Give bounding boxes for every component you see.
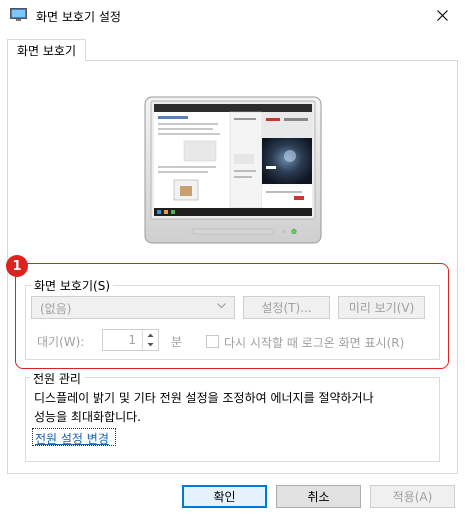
display-settings-icon <box>10 8 27 21</box>
power-group-label: 전원 관리 <box>30 370 84 387</box>
power-settings-link[interactable]: 전원 설정 변경 <box>35 430 109 447</box>
ok-button[interactable]: 확인 <box>182 485 267 508</box>
apply-button[interactable]: 적용(A) <box>370 485 455 508</box>
title-bar: 화면 보호기 설정 <box>0 0 465 31</box>
monitor-preview <box>144 96 322 244</box>
power-description: 디스플레이 밝기 및 기타 전원 설정을 조정하여 에너지를 절약하거나 성능을… <box>34 389 434 427</box>
cancel-button[interactable]: 취소 <box>276 485 361 508</box>
power-description-line2: 성능을 최대화합니다. <box>34 410 141 424</box>
close-button[interactable] <box>419 0 465 31</box>
window-title: 화면 보호기 설정 <box>36 10 121 24</box>
callout-badge: 1 <box>6 255 28 277</box>
close-icon <box>436 10 448 21</box>
tab-screensaver[interactable]: 화면 보호기 <box>7 39 86 61</box>
power-description-line1: 디스플레이 밝기 및 기타 전원 설정을 조정하여 에너지를 절약하거나 <box>34 391 374 405</box>
highlight-frame <box>15 263 449 369</box>
